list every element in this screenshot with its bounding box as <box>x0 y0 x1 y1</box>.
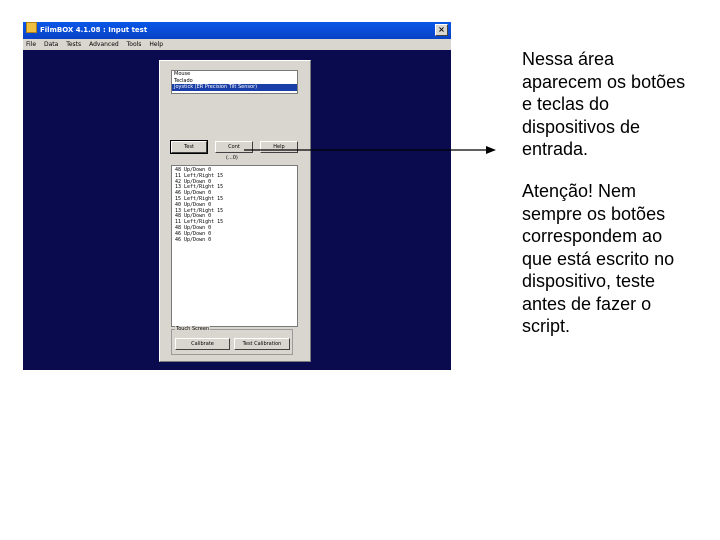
annotation-note-area: Nessa área aparecem os botões e teclas d… <box>522 49 686 159</box>
annotation-note-warning: Atenção! Nem sempre os botões correspond… <box>522 181 675 336</box>
